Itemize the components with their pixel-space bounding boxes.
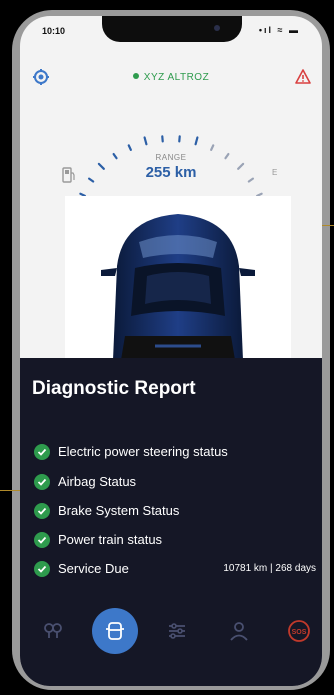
car-top-view-illustration	[101, 214, 255, 360]
report-item: Power train status	[34, 532, 316, 548]
range-label: RANGE	[155, 153, 187, 162]
nav-controls[interactable]	[154, 608, 200, 654]
report-title: Diagnostic Report	[32, 378, 196, 399]
report-item: Service Due 10781 km | 268 days	[34, 561, 316, 577]
car-image	[65, 196, 291, 360]
report-item-label: Airbag Status	[58, 474, 137, 489]
car-icon	[106, 622, 124, 640]
gauge-tick	[210, 144, 215, 152]
report-item: Airbag Status	[34, 474, 316, 490]
nav-connected[interactable]	[30, 608, 76, 654]
check-icon	[34, 532, 50, 548]
report-item-label: Electric power steering status	[58, 444, 228, 459]
nav-profile[interactable]	[216, 608, 262, 654]
check-icon	[34, 561, 50, 577]
report-item-label: Power train status	[58, 532, 163, 547]
report-item: Electric power steering status	[34, 444, 316, 460]
nav-sos[interactable]: SOS	[276, 608, 322, 654]
report-item-label: Service Due	[58, 561, 129, 576]
sliders-icon	[169, 623, 185, 639]
gauge-tick	[127, 144, 132, 152]
range-value: 255 km	[145, 164, 197, 181]
profile-icon	[230, 622, 248, 641]
nav-car[interactable]	[92, 608, 138, 654]
gauge-tick	[143, 136, 148, 146]
bottom-nav: SOS	[20, 608, 322, 668]
app-screen: 10:10 •ıl ≈ ▬ XYZ ALTROZ E RANGE 255 km	[20, 16, 322, 686]
report-item-label: Brake System Status	[58, 503, 180, 518]
connected-icon	[44, 623, 62, 638]
sos-icon: SOS	[288, 620, 310, 642]
service-due-value: 10781 km | 268 days	[223, 563, 316, 574]
sos-label: SOS	[292, 629, 307, 636]
check-icon	[34, 474, 50, 490]
report-item: Brake System Status	[34, 503, 316, 519]
check-icon	[34, 444, 50, 460]
gauge-tick	[194, 136, 199, 146]
check-icon	[34, 503, 50, 519]
